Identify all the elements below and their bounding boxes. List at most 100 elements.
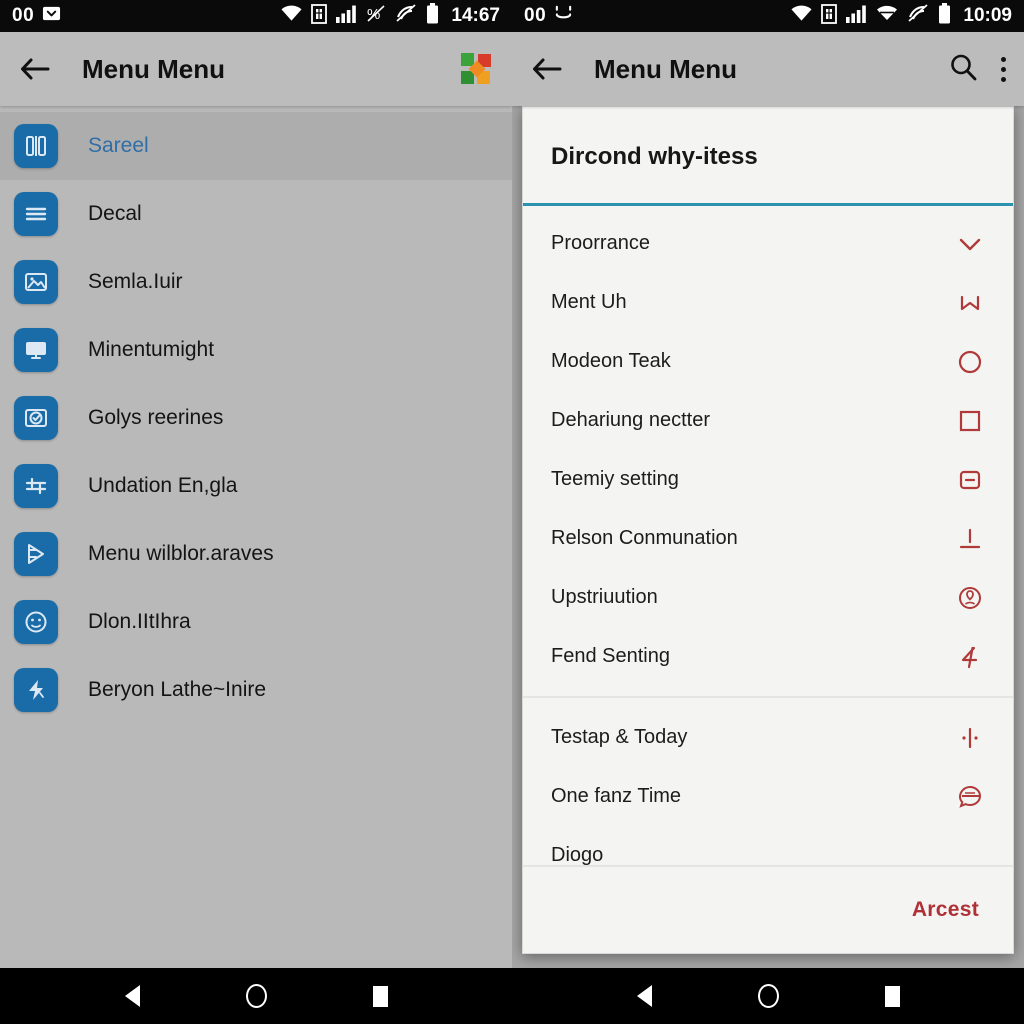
image-icon <box>14 260 58 304</box>
option-row-teemiy-setting[interactable]: Teemiy setting <box>523 450 1013 509</box>
back-arrow-icon[interactable] <box>18 52 52 86</box>
pinwheel-logo-icon[interactable] <box>460 52 494 86</box>
option-row-ment-uh[interactable]: Ment Uh <box>523 273 1013 332</box>
mute-percent-icon: % <box>366 4 386 28</box>
status-clock: 14:67 <box>451 5 500 26</box>
drawer-item-label: Dlon.IItIhra <box>88 610 191 633</box>
option-label: Fend Senting <box>551 645 670 667</box>
no-icon <box>953 839 987 866</box>
drawer-item-label: Minentumight <box>88 338 215 361</box>
option-label: Relson Conmunation <box>551 527 738 549</box>
location-pin-circle-icon[interactable] <box>953 581 987 615</box>
minus-square-icon[interactable] <box>953 463 987 497</box>
drawer-item-golys-reerines[interactable]: Golys reerines <box>0 384 512 452</box>
right-status-bar: 00 10:09 <box>512 0 1024 32</box>
drawer-item-decal[interactable]: Decal <box>0 180 512 248</box>
option-label: Dehariung nectter <box>551 409 710 431</box>
drawer-item-semlaiuir[interactable]: Semla.Iuir <box>0 248 512 316</box>
left-appbar-actions <box>460 52 494 86</box>
dialog-actions: Arcest <box>523 865 1013 953</box>
option-row-fend-senting[interactable]: Fend Senting <box>523 627 1013 686</box>
status-right-group: 10:09 <box>791 3 1012 29</box>
dot-line-dot-icon[interactable] <box>953 721 987 755</box>
option-row-dehariung-nectter[interactable]: Dehariung nectter <box>523 391 1013 450</box>
drawer-item-label: Beryon Lathe~Inire <box>88 678 267 701</box>
right-appbar-actions <box>948 52 1006 87</box>
notification-count: 00 <box>524 5 547 26</box>
kebab-menu-icon[interactable] <box>1000 56 1006 82</box>
left-pane: 00 % 14:67 Menu Menu Sareel Decal Semla.… <box>0 0 512 968</box>
system-nav-bar <box>0 968 1024 1024</box>
chevron-down-icon[interactable] <box>953 227 987 261</box>
drawer-item-dlon-iitihra[interactable]: Dlon.IItIhra <box>0 588 512 656</box>
drawer-item-label: Golys reerines <box>88 406 224 429</box>
columns-icon <box>14 124 58 168</box>
left-status-bar: 00 % 14:67 <box>0 0 512 32</box>
option-label: Testap & Today <box>551 726 688 748</box>
options-dialog: Dircond why-itess Proorrance Ment Uh Mod… <box>522 106 1014 954</box>
drawer-item-minentumight[interactable]: Minentumight <box>0 316 512 384</box>
option-row-diogo[interactable]: Diogo <box>523 826 1013 865</box>
bolt-icon <box>14 668 58 712</box>
drawer-item-label: Undation En,gla <box>88 474 238 497</box>
wifi-icon <box>791 5 812 27</box>
option-row-testap-today[interactable]: Testap & Today <box>523 708 1013 767</box>
option-label: Diogo <box>551 844 604 865</box>
option-row-modeon-teak[interactable]: Modeon Teak <box>523 332 1013 391</box>
camera-check-icon <box>14 396 58 440</box>
option-row-proorrance[interactable]: Proorrance <box>523 214 1013 273</box>
number-four-icon[interactable] <box>953 640 987 674</box>
monitor-icon <box>14 328 58 372</box>
circle-icon[interactable] <box>953 345 987 379</box>
option-label: Ment Uh <box>551 291 627 313</box>
square-icon[interactable] <box>953 404 987 438</box>
drawer-list: Sareel Decal Semla.Iuir Minentumight Gol… <box>0 106 512 724</box>
drawer-item-menu-wilblor[interactable]: Menu wilblor.araves <box>0 520 512 588</box>
option-group-primary: Proorrance Ment Uh Modeon Teak Dehariung… <box>523 206 1013 686</box>
status-right-group: % 14:67 <box>281 3 500 29</box>
home-circle-icon[interactable] <box>748 976 788 1016</box>
status-clock: 10:09 <box>963 5 1012 26</box>
back-arrow-icon[interactable] <box>530 52 564 86</box>
sim-card-icon <box>821 3 838 29</box>
left-app-bar: Menu Menu <box>0 32 512 106</box>
drawer-item-sareel[interactable]: Sareel <box>0 112 512 180</box>
drawer-item-beryon-lathe[interactable]: Beryon Lathe~Inire <box>0 656 512 724</box>
drawer-item-label: Sareel <box>88 134 149 157</box>
accept-button[interactable]: Arcest <box>912 898 979 922</box>
notification-count: 00 <box>12 5 35 26</box>
speech-bubble-icon[interactable] <box>953 780 987 814</box>
home-circle-icon[interactable] <box>236 976 276 1016</box>
back-triangle-icon[interactable] <box>112 976 152 1016</box>
recents-square-icon[interactable] <box>360 976 400 1016</box>
signal-bars-icon <box>846 5 867 28</box>
back-triangle-icon[interactable] <box>624 976 664 1016</box>
vibrate-slash-icon <box>907 4 929 28</box>
option-label: Upstriuution <box>551 586 658 608</box>
drawer-item-undation-engla[interactable]: Undation En,gla <box>0 452 512 520</box>
nav-group-left <box>0 968 512 1024</box>
bookmark-icon[interactable] <box>953 286 987 320</box>
phone-screenshot-pair: 00 % 14:67 Menu Menu Sareel Decal Semla.… <box>0 0 1024 1024</box>
panes-container: 00 % 14:67 Menu Menu Sareel Decal Semla.… <box>0 0 1024 968</box>
option-row-one-fanz-time[interactable]: One fanz Time <box>523 767 1013 826</box>
smiley-icon <box>554 4 573 28</box>
option-row-upstriuution[interactable]: Upstriuution <box>523 568 1013 627</box>
drawer-item-label: Semla.Iuir <box>88 270 183 293</box>
play-forward-icon <box>14 532 58 576</box>
drawer-item-label: Decal <box>88 202 142 225</box>
recents-square-icon[interactable] <box>872 976 912 1016</box>
search-icon[interactable] <box>948 52 978 87</box>
dialog-title: Dircond why-itess <box>551 143 758 170</box>
option-row-relson-conmunation[interactable]: Relson Conmunation <box>523 509 1013 568</box>
right-app-bar: Menu Menu <box>512 32 1024 106</box>
underline-icon[interactable] <box>953 522 987 556</box>
sim-card-icon <box>311 3 328 29</box>
lines-list-icon <box>14 192 58 236</box>
option-label: Modeon Teak <box>551 350 671 372</box>
option-label: Teemiy setting <box>551 468 679 490</box>
status-left-group: 00 <box>524 4 573 28</box>
page-title: Menu Menu <box>594 53 737 84</box>
page-title: Menu Menu <box>82 53 225 84</box>
inbox-down-icon <box>42 4 61 28</box>
